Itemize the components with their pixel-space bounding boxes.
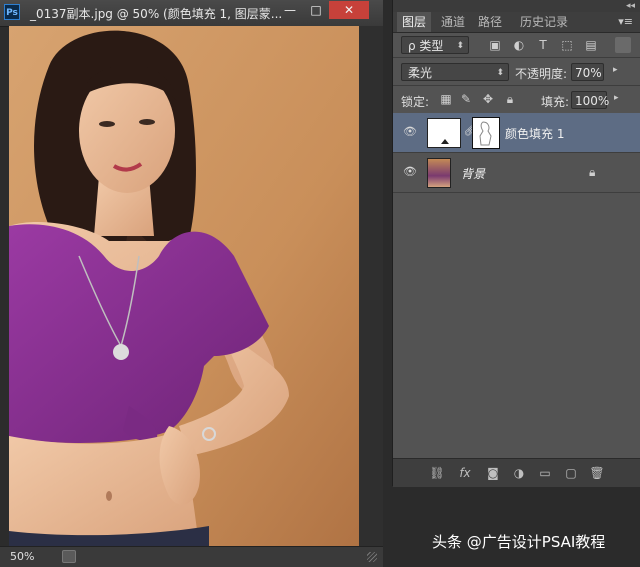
lock-icon: 🔒︎ (589, 165, 596, 179)
new-layer-icon[interactable]: ▢ (563, 465, 579, 481)
blend-mode-value: 柔光 (408, 66, 433, 80)
panel-tabs: 图层 通道 路径 历史记录 ▾≡ (393, 12, 640, 33)
lock-all-icon[interactable]: 🔒︎ (503, 92, 517, 106)
status-info-icon[interactable] (62, 550, 76, 563)
resize-grip-icon[interactable] (367, 552, 377, 562)
adjustment-layer-filter-icon[interactable]: ◐ (511, 37, 527, 53)
mask-silhouette-icon (479, 121, 492, 146)
status-bar: 50% (0, 546, 383, 567)
zoom-level[interactable]: 50% (10, 550, 34, 563)
filter-value: ρ 类型 (408, 39, 444, 53)
divider (393, 85, 640, 86)
layer-style-fx-icon[interactable]: fx (457, 465, 473, 481)
collapse-arrows-icon[interactable]: ◂◂ (626, 0, 635, 12)
document-title: _0137副本.jpg @ 50% (颜色填充 1, 图层蒙... (30, 7, 283, 21)
delete-layer-trash-icon[interactable]: 🗑︎ (589, 465, 605, 481)
chevron-updown-icon: ⬍ (456, 41, 464, 51)
opacity-value: 70% (575, 66, 602, 80)
document-window: Ps _0137副本.jpg @ 50% (颜色填充 1, 图层蒙... — □… (0, 0, 383, 567)
panel-dock-bar[interactable]: ◂◂ (393, 0, 640, 12)
new-group-folder-icon[interactable]: ▭ (537, 465, 553, 481)
image-canvas[interactable] (9, 26, 359, 546)
layer-row-color-fill[interactable]: 👁︎ 🔗︎ 颜色填充 1 (393, 113, 640, 153)
photoshop-logo-icon: Ps (4, 4, 20, 20)
background-thumbnail[interactable] (427, 158, 451, 188)
opacity-label: 不透明度: (515, 67, 568, 81)
layer-name[interactable]: 颜色填充 1 (505, 125, 564, 142)
add-mask-icon[interactable]: ◙ (485, 465, 501, 481)
fill-slider-arrow-icon[interactable]: ▸ (614, 93, 619, 103)
minimize-button[interactable]: — (277, 1, 303, 19)
new-adjustment-layer-icon[interactable]: ◑ (511, 465, 527, 481)
panel-menu-icon[interactable]: ▾≡ (618, 15, 633, 28)
tab-paths[interactable]: 路径 (473, 12, 507, 32)
watermark-text: 头条 @广告设计PSAI教程 (432, 533, 606, 551)
visibility-eye-icon[interactable]: 👁︎ (403, 126, 417, 138)
layer-row-background[interactable]: 👁︎ 背景 🔒︎ (393, 153, 640, 193)
vertical-scrollbar[interactable] (359, 26, 383, 546)
shape-layer-filter-icon[interactable]: ⬚ (559, 37, 575, 53)
layer-name[interactable]: 背景 (461, 165, 485, 182)
fill-input[interactable]: 100% (571, 91, 610, 109)
divider (393, 57, 640, 58)
tab-channels[interactable]: 通道 (435, 12, 471, 32)
visibility-eye-icon[interactable]: 👁︎ (403, 166, 417, 178)
tab-layers[interactable]: 图层 (397, 12, 431, 32)
lock-image-pixels-icon[interactable]: ✎ (459, 92, 473, 106)
lock-position-icon[interactable]: ✥ (481, 92, 495, 106)
photo-woman-purple-top (9, 26, 359, 546)
close-button[interactable]: ✕ (329, 1, 369, 19)
fill-value: 100% (575, 94, 610, 108)
fill-label: 填充: (541, 95, 570, 109)
type-layer-filter-icon[interactable]: T (535, 37, 551, 53)
filter-toggle-icon[interactable] (615, 37, 631, 53)
opacity-input[interactable]: 70% (571, 63, 604, 81)
link-layers-icon[interactable]: ⛓︎ (429, 465, 445, 481)
panel-bottom-toolbar: ⛓︎ fx ◙ ◑ ▭ ▢ 🗑︎ (393, 458, 640, 487)
smart-object-filter-icon[interactable]: ▤ (583, 37, 599, 53)
layer-filter-dropdown[interactable]: ρ 类型 ⬍ (401, 36, 469, 54)
tab-history[interactable]: 历史记录 (509, 12, 579, 32)
layer-mask-thumbnail[interactable] (472, 117, 500, 149)
layers-list: 👁︎ 🔗︎ 颜色填充 1 👁︎ 背景 🔒︎ (393, 113, 640, 458)
opacity-slider-arrow-icon[interactable]: ▸ (613, 65, 618, 75)
lock-label: 锁定: (401, 95, 430, 109)
chevron-updown-icon: ⬍ (496, 68, 504, 78)
maximize-button[interactable]: □ (303, 1, 329, 19)
layers-panel: ◂◂ 图层 通道 路径 历史记录 ▾≡ ρ 类型 ⬍ ▣ ◐ T ⬚ ▤ 柔光 … (392, 0, 640, 487)
lock-transparent-pixels-icon[interactable]: ▦ (439, 92, 453, 106)
fill-swatch-indicator-icon (441, 139, 449, 144)
blend-mode-dropdown[interactable]: 柔光 ⬍ (401, 63, 509, 81)
fill-color-thumbnail[interactable] (427, 118, 461, 148)
document-titlebar[interactable]: Ps _0137副本.jpg @ 50% (颜色填充 1, 图层蒙... — □… (0, 0, 383, 27)
pixel-layer-filter-icon[interactable]: ▣ (487, 37, 503, 53)
